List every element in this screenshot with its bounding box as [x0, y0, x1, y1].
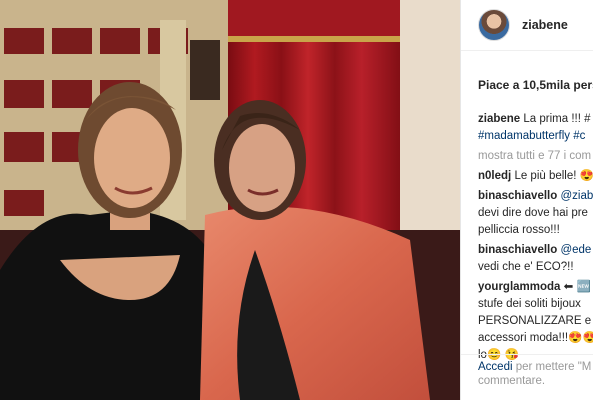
login-prompt-text: commentare. [478, 375, 546, 387]
comment-text: vedi che e' ECO?!! [478, 261, 574, 273]
comment-user[interactable]: yourglammoda [478, 281, 560, 293]
view-all-comments-link[interactable]: mostra tutti e 77 i com [478, 148, 593, 165]
login-prompt-text: per mettere "M [512, 361, 592, 373]
avatar[interactable] [478, 9, 510, 41]
comment-item: n0ledj Le più belle! 😍 [478, 168, 593, 185]
comment-mention[interactable]: @ziab [560, 190, 593, 202]
post-header: ziabene [461, 0, 593, 51]
login-link[interactable]: Accedi [478, 361, 513, 373]
comment-user[interactable]: n0ledj [478, 170, 511, 182]
post-username[interactable]: ziabene [522, 18, 568, 32]
theatre-selfie-image [0, 0, 460, 400]
post-photo[interactable] [0, 0, 460, 400]
comment-user[interactable]: binaschiavello [478, 244, 557, 256]
comment-text: pelliccia rosso!!! [478, 224, 560, 236]
comments-list: ziabene La prima !!! # #madamabutterfly … [478, 111, 593, 367]
comment-item: binaschiavello @ziab devi dire dove hai … [478, 188, 593, 239]
comment-text: ⬅ 🆕 [563, 281, 591, 293]
comment-text: devi dire dove hai pre [478, 207, 588, 219]
caption-user[interactable]: ziabene [478, 113, 520, 125]
comment-item: yourglammoda ⬅ 🆕 stufe dei soliti bijoux… [478, 279, 593, 364]
likes-count[interactable]: Piace a 10,5mila pers [478, 78, 593, 92]
login-prompt: Accedi per mettere "M commentare. [461, 354, 593, 388]
comment-text: PERSONALIZZARE e [478, 315, 592, 327]
comment-text: stufe dei soliti bijoux [478, 298, 581, 310]
comment-user[interactable]: binaschiavello [478, 190, 557, 202]
comment-item: binaschiavello @ede vedi che e' ECO?!! [478, 242, 593, 276]
caption-text: La prima !!! # [523, 113, 591, 125]
comment-mention[interactable]: @ede [560, 244, 591, 256]
post-sidebar: ziabene Piace a 10,5mila pers ziabene La… [460, 0, 593, 400]
caption: ziabene La prima !!! # #madamabutterfly … [478, 111, 593, 145]
comment-text: accessori moda!!!😍😍 [478, 332, 593, 344]
caption-hashtags[interactable]: #madamabutterfly #c [478, 130, 585, 142]
comment-text: Le più belle! 😍 [514, 170, 593, 182]
